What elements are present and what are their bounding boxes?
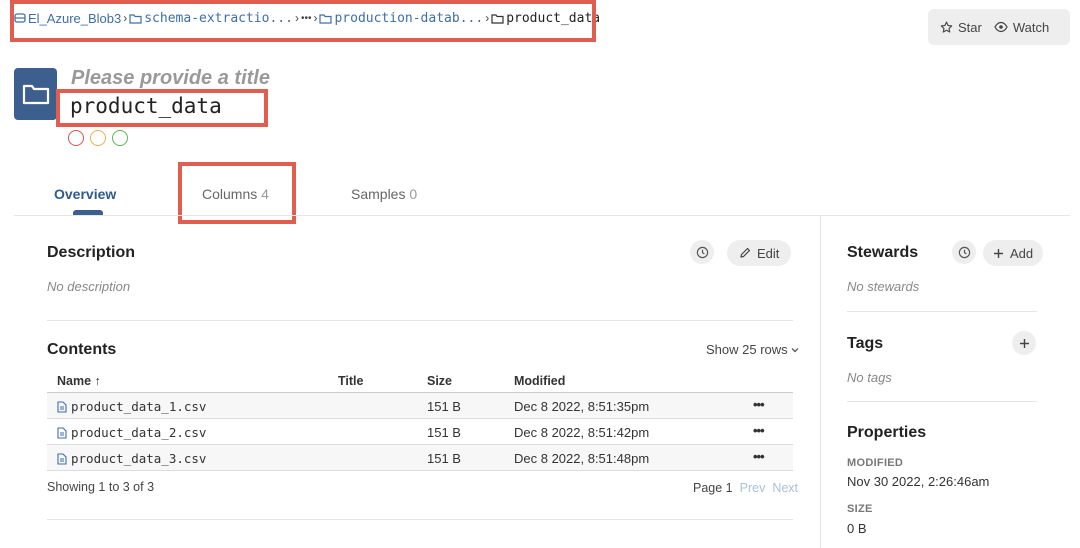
pagination: Page 1 Prev Next [693,481,798,495]
plus-icon [994,248,1003,258]
more-icon[interactable]: ••• [753,397,765,412]
highlight-breadcrumb [10,0,596,42]
status-circles [68,130,128,146]
status-circle-orange[interactable] [90,130,106,146]
pagination-summary: Showing 1 to 3 of 3 [47,480,155,494]
stewards-history-button[interactable] [952,240,976,264]
dataset-type-tile [14,68,57,120]
folder-icon [22,84,49,105]
plus-icon [1019,338,1029,348]
column-header-title[interactable]: Title [338,374,363,388]
star-button[interactable]: Star [940,20,982,35]
stewards-heading: Stewards [847,244,919,261]
row-size: 151 B [427,399,461,414]
more-icon[interactable]: ••• [753,423,765,438]
properties-heading: Properties [847,424,927,441]
clock-icon [696,246,708,258]
property-value-size: 0 B [847,521,867,536]
file-link[interactable]: product_data_1.csv [57,399,206,414]
prev-page-button[interactable]: Prev [740,481,766,495]
table-row[interactable]: product_data_2.csv 151 B Dec 8 2022, 8:5… [47,419,793,445]
description-empty: No description [47,279,131,294]
column-header-name[interactable]: Name ↑ [57,374,101,388]
add-tag-button[interactable] [1012,331,1036,355]
watch-button[interactable]: Watch [994,20,1049,35]
status-circle-red[interactable] [68,130,84,146]
section-divider [47,320,793,321]
stewards-empty: No stewards [847,279,920,294]
eye-icon [994,21,1008,33]
description-history-button[interactable] [690,240,714,264]
rows-per-page-select[interactable]: Show 25 rows [706,342,799,357]
row-modified: Dec 8 2022, 8:51:35pm [514,399,650,414]
edit-description-button[interactable]: Edit [727,240,792,266]
chevron-down-icon [791,347,799,352]
file-icon [57,452,67,465]
property-label-size: SIZE [847,503,873,515]
title-placeholder[interactable]: Please provide a title [71,67,270,90]
row-size: 151 B [427,425,461,440]
property-label-modified: MODIFIED [847,457,904,469]
sort-ascending-icon: ↑ [94,374,101,388]
star-icon [940,21,953,33]
star-watch-group: Star Watch [928,9,1070,45]
section-divider [47,519,793,520]
add-steward-button[interactable]: Add [983,240,1044,266]
table-row[interactable]: product_data_3.csv 151 B Dec 8 2022, 8:5… [47,445,793,471]
column-header-modified[interactable]: Modified [514,374,565,388]
contents-heading: Contents [47,341,117,358]
tags-empty: No tags [847,370,892,385]
sidebar-divider-1 [847,311,1037,312]
column-header-size[interactable]: Size [427,374,452,388]
file-link[interactable]: product_data_2.csv [57,425,206,440]
tags-heading: Tags [847,335,884,352]
file-link[interactable]: product_data_3.csv [57,451,206,466]
more-icon[interactable]: ••• [753,449,765,464]
row-modified: Dec 8 2022, 8:51:42pm [514,425,650,440]
row-modified: Dec 8 2022, 8:51:48pm [514,451,650,466]
sidebar-divider-2 [847,401,1037,402]
property-value-modified: Nov 30 2022, 2:26:46am [847,474,990,489]
next-page-button[interactable]: Next [772,481,798,495]
file-icon [57,400,67,413]
page-indicator: Page 1 [693,481,733,495]
tab-samples[interactable]: Samples 0 [351,186,417,202]
highlight-dataset-name [56,89,268,127]
table-row[interactable]: product_data_1.csv 151 B Dec 8 2022, 8:5… [47,393,793,419]
row-size: 151 B [427,451,461,466]
sidebar-divider [820,216,821,548]
clock-icon [958,246,970,258]
status-circle-green[interactable] [112,130,128,146]
description-heading: Description [47,244,136,261]
tabs-divider [14,215,1070,216]
tab-overview[interactable]: Overview [54,186,116,202]
file-icon [57,426,67,439]
pencil-icon [740,247,751,258]
